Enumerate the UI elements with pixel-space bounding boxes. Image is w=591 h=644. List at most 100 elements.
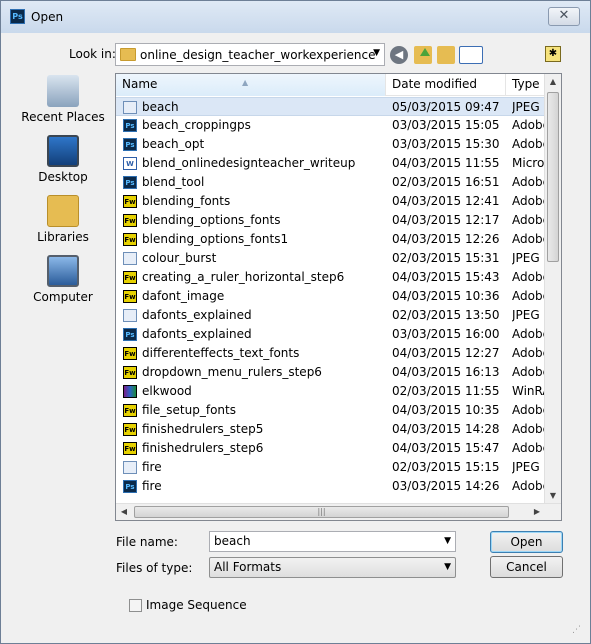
file-row[interactable]: Fw creating_a_ruler_horizontal_step6 04/03… xyxy=(116,268,554,287)
place-desktop[interactable]: Desktop xyxy=(13,135,113,193)
jpeg-file-icon xyxy=(123,252,137,265)
file-type-label: Files of type: xyxy=(116,561,193,575)
look-in-label: Look in: xyxy=(69,47,116,61)
file-row[interactable]: Fw dafont_image 04/03/2015 10:36 Adobe xyxy=(116,287,554,306)
date-modified-cell: 04/03/2015 12:17 xyxy=(392,213,500,227)
horizontal-scrollbar[interactable]: ◀ ||| ▶ xyxy=(116,503,561,520)
horizontal-scroll-thumb[interactable]: ||| xyxy=(134,506,509,518)
fw-file-icon: Fw xyxy=(123,214,137,227)
file-row[interactable]: Fw finishedrulers_step6 04/03/2015 15:47 Ad… xyxy=(116,439,554,458)
fw-file-icon: Fw xyxy=(123,233,137,246)
file-name-cell: differenteffects_text_fonts xyxy=(142,346,300,360)
image-sequence-label[interactable]: Image Sequence xyxy=(146,598,247,612)
look-in-dropdown[interactable]: online_design_teacher_workexperience ▼ xyxy=(115,43,385,66)
file-row[interactable]: Fw file_setup_fonts 04/03/2015 10:35 Adobe xyxy=(116,401,554,420)
file-name-cell: elkwood xyxy=(142,384,192,398)
scroll-right-icon[interactable]: ▶ xyxy=(529,504,545,520)
file-list[interactable]: Name ▲ Date modified Type beach 05/03/201… xyxy=(115,73,562,521)
place-label: Computer xyxy=(33,290,93,304)
fw-file-icon: Fw xyxy=(123,271,137,284)
file-row[interactable]: Fw finishedrulers_step5 04/03/2015 14:28 Ad… xyxy=(116,420,554,439)
file-row[interactable]: elkwood02/03/2015 11:55WinRAR xyxy=(116,382,554,401)
file-row[interactable]: beach05/03/2015 09:47JPEG image xyxy=(116,97,554,116)
file-name-value: beach xyxy=(214,534,251,548)
place-label: Desktop xyxy=(38,170,88,184)
file-name-cell: blending_options_fonts1 xyxy=(142,232,289,246)
dialog-body: Look in: online_design_teacher_workexper… xyxy=(9,33,584,637)
file-name-input[interactable]: beach ▼ xyxy=(209,531,456,552)
file-row[interactable]: Fw blending_options_fonts 04/03/2015 12:17… xyxy=(116,211,554,230)
file-row[interactable]: dafonts_explained02/03/2015 13:50JPEG im… xyxy=(116,306,554,325)
view-menu-icon[interactable] xyxy=(459,46,483,64)
jpeg-file-icon xyxy=(123,309,137,322)
fw-file-icon: Fw xyxy=(123,290,137,303)
file-row[interactable]: Ps dafonts_explained 03/03/2015 16:00 Adobe xyxy=(116,325,554,344)
image-sequence-checkbox[interactable] xyxy=(129,599,142,612)
resize-grip-icon[interactable]: ⋰ xyxy=(572,625,581,635)
date-modified-cell: 04/03/2015 15:47 xyxy=(392,441,500,455)
up-folder-icon[interactable] xyxy=(414,46,432,64)
file-type-select[interactable]: All Formats ▼ xyxy=(209,557,456,578)
back-icon[interactable]: ◀ xyxy=(390,46,408,64)
file-row[interactable]: Fw blending_options_fonts1 04/03/2015 12:2… xyxy=(116,230,554,249)
column-header-name[interactable]: Name ▲ xyxy=(116,74,386,96)
scroll-left-icon[interactable]: ◀ xyxy=(116,504,132,520)
file-row[interactable]: Ps blend_tool 02/03/2015 16:51 Adobe xyxy=(116,173,554,192)
chevron-down-icon[interactable]: ▼ xyxy=(444,532,451,551)
places-bar: Recent Places Desktop Libraries Computer xyxy=(13,75,113,545)
ps-file-icon: Ps xyxy=(123,138,137,151)
close-button[interactable]: ✕ xyxy=(548,7,580,26)
file-row[interactable]: Ps fire 03/03/2015 14:26 Adobe xyxy=(116,477,554,496)
vertical-scroll-thumb[interactable] xyxy=(547,92,559,262)
date-modified-cell: 04/03/2015 10:35 xyxy=(392,403,500,417)
list-header: Name ▲ Date modified Type xyxy=(116,74,554,96)
chevron-down-icon: ▼ xyxy=(373,48,380,58)
file-row[interactable]: Ps beach_croppingps 03/03/2015 15:05 Adobe xyxy=(116,116,554,135)
file-row[interactable]: Fw differenteffects_text_fonts 04/03/2015 … xyxy=(116,344,554,363)
new-folder-icon[interactable] xyxy=(437,46,455,64)
ps-file-icon: Ps xyxy=(123,328,137,341)
date-modified-cell: 02/03/2015 13:50 xyxy=(392,308,500,322)
cancel-button[interactable]: Cancel xyxy=(490,556,563,578)
file-row[interactable]: Wblend_onlinedesignteacher_writeup 04/03/… xyxy=(116,154,554,173)
file-row[interactable]: Ps beach_opt 03/03/2015 15:30 Adobe xyxy=(116,135,554,154)
photoshop-icon: Ps xyxy=(10,9,25,24)
scroll-up-icon[interactable]: ▲ xyxy=(545,74,561,90)
chevron-down-icon: ▼ xyxy=(444,562,451,572)
place-libraries[interactable]: Libraries xyxy=(13,195,113,253)
title-bar[interactable]: Ps Open ✕ xyxy=(1,1,590,33)
folder-icon xyxy=(120,48,136,61)
jpeg-file-icon xyxy=(123,461,137,474)
vertical-scrollbar[interactable]: ▲ ▼ xyxy=(544,74,561,504)
close-icon: ✕ xyxy=(558,8,570,23)
place-computer[interactable]: Computer xyxy=(13,255,113,313)
file-name-cell: finishedrulers_step5 xyxy=(142,422,264,436)
fw-file-icon: Fw xyxy=(123,366,137,379)
file-row[interactable]: Fw blending_fonts 04/03/2015 12:41 Adobe xyxy=(116,192,554,211)
date-modified-cell: 04/03/2015 11:55 xyxy=(392,156,500,170)
column-name-label: Name xyxy=(122,77,158,91)
date-modified-cell: 02/03/2015 15:15 xyxy=(392,460,500,474)
fw-file-icon: Fw xyxy=(123,423,137,436)
column-header-date[interactable]: Date modified xyxy=(386,74,506,96)
file-name-cell: dafonts_explained xyxy=(142,327,252,341)
window-title: Open xyxy=(31,10,64,24)
file-row[interactable]: fire02/03/2015 15:15JPEG image xyxy=(116,458,554,477)
star-folder-icon[interactable]: ✱ xyxy=(545,46,561,62)
open-button[interactable]: Open xyxy=(490,531,563,553)
scroll-down-icon[interactable]: ▼ xyxy=(545,488,561,504)
date-modified-cell: 03/03/2015 15:30 xyxy=(392,137,500,151)
ps-file-icon: Ps xyxy=(123,119,137,132)
file-row[interactable]: colour_burst02/03/2015 15:31JPEG image xyxy=(116,249,554,268)
column-date-label: Date modified xyxy=(392,77,478,91)
fw-file-icon: Fw xyxy=(123,195,137,208)
place-recent-places[interactable]: Recent Places xyxy=(13,75,113,133)
date-modified-cell: 04/03/2015 10:36 xyxy=(392,289,500,303)
date-modified-cell: 05/03/2015 09:47 xyxy=(392,100,500,114)
date-modified-cell: 02/03/2015 11:55 xyxy=(392,384,500,398)
fw-file-icon: Fw xyxy=(123,442,137,455)
file-type-value: All Formats xyxy=(214,560,282,574)
rar-file-icon xyxy=(123,385,137,398)
look-in-value: online_design_teacher_workexperience xyxy=(140,48,376,62)
file-row[interactable]: Fw dropdown_menu_rulers_step6 04/03/2015 1… xyxy=(116,363,554,382)
